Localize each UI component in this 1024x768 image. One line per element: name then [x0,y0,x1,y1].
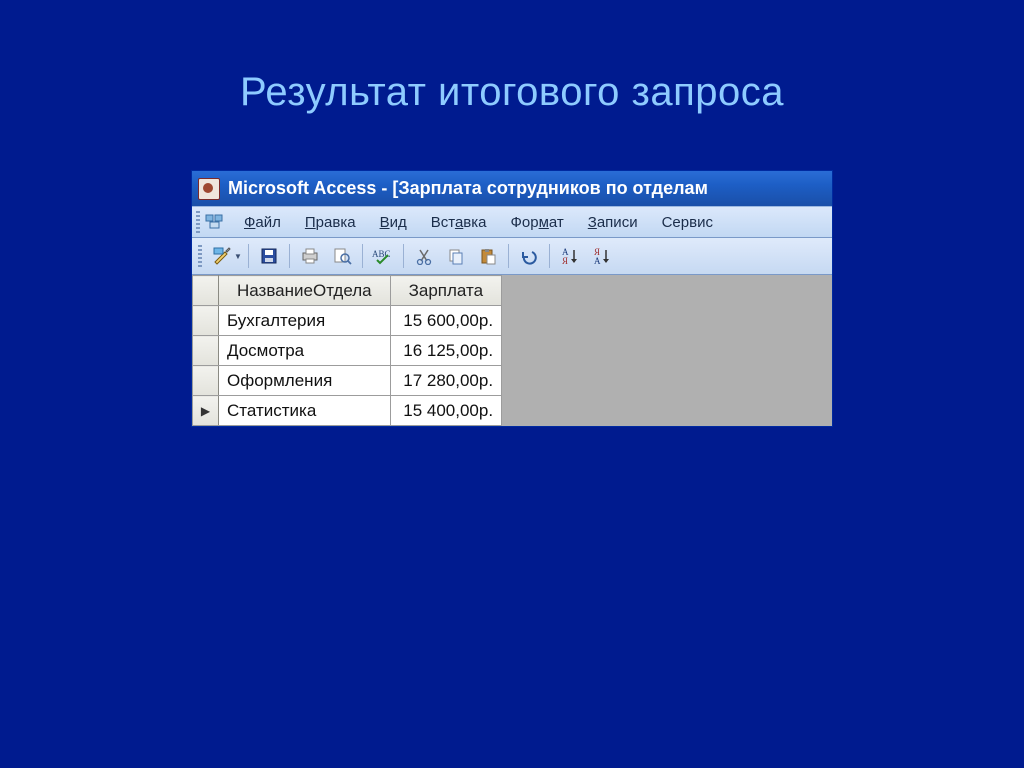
menubar: ФайлПравкаВидВставкаФорматЗаписиСервис [192,206,832,238]
cell-dept[interactable]: Досмотра [219,336,391,366]
sort-asc-button[interactable]: АЯ [556,242,584,270]
print-button[interactable] [296,242,324,270]
menu-item-сервис[interactable]: Сервис [650,214,725,231]
print-preview-button[interactable] [328,242,356,270]
menu-item-формат[interactable]: Формат [498,214,575,231]
cell-salary[interactable]: 16 125,00р. [390,336,501,366]
table-row[interactable]: Оформления17 280,00р. [193,366,502,396]
svg-text:ABC: ABC [372,249,391,259]
row-selector[interactable] [193,336,219,366]
design-view-button[interactable] [208,242,236,270]
svg-text:Я: Я [562,256,568,266]
datagrid: НазваниеОтделаЗарплатаБухгалтерия15 600,… [192,275,832,426]
row-selector[interactable]: ▶ [193,396,219,426]
save-button[interactable] [255,242,283,270]
result-table[interactable]: НазваниеОтделаЗарплатаБухгалтерия15 600,… [192,275,502,426]
cell-dept[interactable]: Статистика [219,396,391,426]
table-row[interactable]: ▶Статистика15 400,00р. [193,396,502,426]
table-row[interactable]: Досмотра16 125,00р. [193,336,502,366]
cut-button[interactable] [410,242,438,270]
grid-empty-area [502,275,832,426]
toolbar-separator [508,244,509,268]
window-title: Microsoft Access - [Зарплата сотрудников… [228,178,708,199]
dropdown-arrow-icon[interactable]: ▼ [234,252,242,261]
column-header[interactable]: НазваниеОтдела [219,276,391,306]
toolbar: ▼ABCАЯЯА [192,238,832,275]
row-selector[interactable] [193,306,219,336]
row-selector[interactable] [193,366,219,396]
access-app-icon [198,178,220,200]
menu-item-правка[interactable]: Правка [293,214,368,231]
toolbar-separator [403,244,404,268]
select-all-corner[interactable] [193,276,219,306]
toolbar-separator [549,244,550,268]
spelling-button[interactable]: ABC [369,242,397,270]
column-header[interactable]: Зарплата [390,276,501,306]
cell-salary[interactable]: 15 400,00р. [390,396,501,426]
cell-dept[interactable]: Оформления [219,366,391,396]
toolbar-separator [248,244,249,268]
toolbar-separator [362,244,363,268]
svg-text:А: А [594,256,601,266]
toolbar-separator [289,244,290,268]
undo-button[interactable] [515,242,543,270]
menu-item-файл[interactable]: Файл [232,214,293,231]
menu-item-записи[interactable]: Записи [576,214,650,231]
window-icon[interactable] [204,212,226,232]
cell-dept[interactable]: Бухгалтерия [219,306,391,336]
toolbar-grip[interactable] [198,245,202,267]
slide-title: Результат итогового запроса [0,0,1024,115]
paste-button[interactable] [474,242,502,270]
access-window: Microsoft Access - [Зарплата сотрудников… [191,170,833,427]
menubar-grip[interactable] [196,211,200,233]
menu-item-вставка[interactable]: Вставка [419,214,499,231]
cell-salary[interactable]: 17 280,00р. [390,366,501,396]
table-row[interactable]: Бухгалтерия15 600,00р. [193,306,502,336]
titlebar: Microsoft Access - [Зарплата сотрудников… [192,171,832,206]
sort-desc-button[interactable]: ЯА [588,242,616,270]
copy-button[interactable] [442,242,470,270]
cell-salary[interactable]: 15 600,00р. [390,306,501,336]
menu-item-вид[interactable]: Вид [368,214,419,231]
